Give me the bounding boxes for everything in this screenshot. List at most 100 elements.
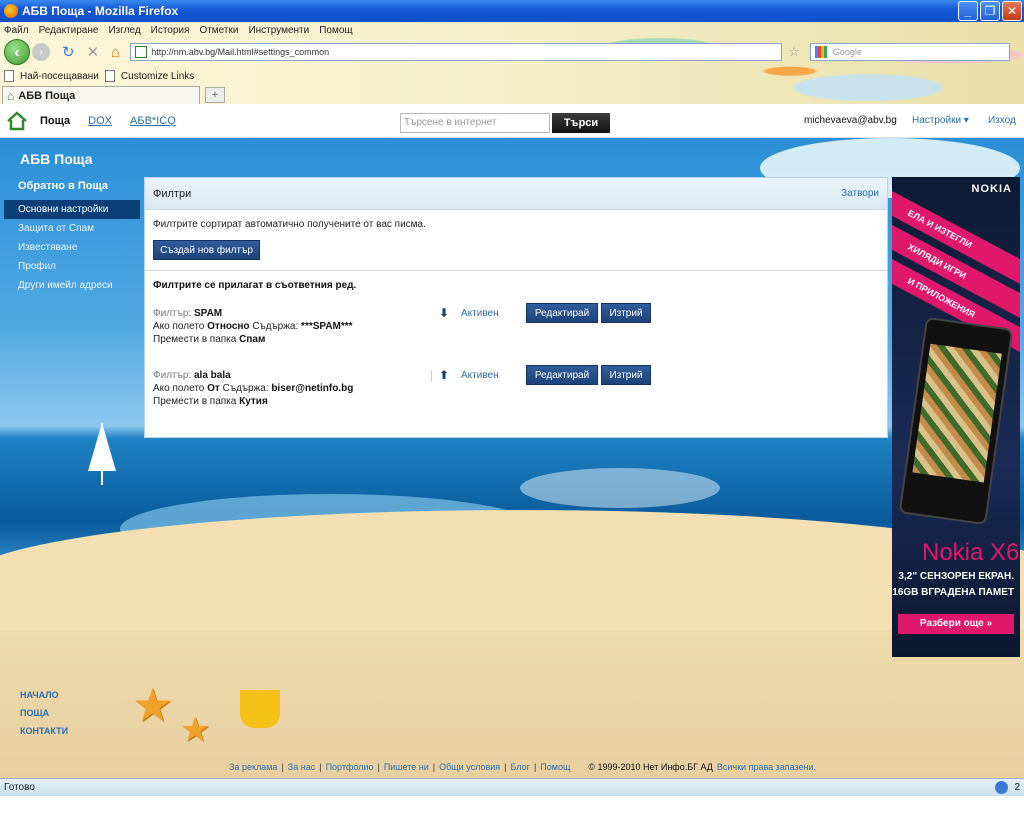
- site-brand[interactable]: Поща: [40, 115, 70, 127]
- filter-status[interactable]: Активен: [461, 307, 499, 320]
- tab-title: АБВ Поща: [18, 89, 76, 102]
- footer-link-help[interactable]: Помощ: [540, 762, 570, 772]
- footer-link-portfolio[interactable]: Портфолио: [326, 762, 374, 772]
- create-filter-button[interactable]: Създай нов филтър: [153, 240, 260, 260]
- bookmark-most-visited[interactable]: Най-посещавани: [20, 71, 99, 82]
- notification-count: 2: [1014, 782, 1020, 793]
- home-icon[interactable]: ⌂: [111, 44, 120, 61]
- back-icon[interactable]: ‹: [4, 39, 30, 65]
- stop-icon[interactable]: ✕: [87, 43, 100, 61]
- navigation-toolbar: ‹ › ↻ ✕ ⌂ http://nm.abv.bg/Mail.html#set…: [0, 39, 1024, 65]
- screen-margin: [0, 796, 1024, 819]
- reload-icon[interactable]: ↻: [62, 43, 75, 61]
- dox-link[interactable]: DOX: [88, 115, 112, 127]
- nokia-ad-banner[interactable]: NOKIA ЕЛА И ИЗТЕГЛИ ХИЛЯДИ ИГРИ И ПРИЛОЖ…: [892, 177, 1020, 657]
- address-bar[interactable]: http://nm.abv.bg/Mail.html#settings_comm…: [130, 43, 783, 61]
- separator: |: [281, 762, 284, 772]
- sidebar-item-profile[interactable]: Профил: [4, 257, 140, 276]
- filter-folder: Кутия: [239, 396, 268, 407]
- footer-link-contact[interactable]: Пишете ни: [384, 762, 429, 772]
- maximize-icon[interactable]: ❐: [980, 1, 1000, 21]
- minimize-icon[interactable]: _: [958, 1, 978, 21]
- filter-name: ala bala: [193, 370, 231, 381]
- footer-link-blog[interactable]: Блог: [510, 762, 529, 772]
- sand-wave-shape: [0, 510, 1024, 630]
- abv-home-icon[interactable]: [6, 110, 28, 132]
- bookmark-customize-links[interactable]: Customize Links: [121, 71, 194, 82]
- phone-screen: [912, 343, 1002, 483]
- menu-view[interactable]: Изглед: [108, 25, 140, 36]
- settings-dropdown[interactable]: Настройки ▾: [912, 115, 969, 126]
- ad-brand-logo: NOKIA: [971, 183, 1012, 195]
- google-icon: [814, 46, 827, 58]
- sidebar-item-general[interactable]: Основни настройки: [4, 200, 140, 219]
- filter-label: Филтър:: [153, 370, 192, 381]
- copyright: © 1999-2010 Нет Инфо.БГ АД: [588, 762, 713, 772]
- menu-tools[interactable]: Инструменти: [248, 25, 309, 36]
- separator: [431, 370, 432, 382]
- contains-label: Съдържа:: [252, 321, 299, 332]
- if-field-label: Ако полето: [153, 321, 205, 332]
- filter-status[interactable]: Активен: [461, 369, 499, 382]
- sidebar-item-spam[interactable]: Защита от Спам: [4, 219, 140, 238]
- menu-help[interactable]: Помощ: [319, 25, 352, 36]
- footer-link-terms[interactable]: Общи условия: [439, 762, 500, 772]
- browser-chrome: Файл Редактиране Изглед История Отметки …: [0, 22, 1024, 104]
- panel-description: Филтрите сортират автоматично получените…: [153, 219, 426, 230]
- menu-file[interactable]: Файл: [4, 25, 29, 36]
- tab-strip: ⌂ АБВ Поща +: [0, 85, 1024, 104]
- tab-abv-mail[interactable]: ⌂ АБВ Поща: [2, 86, 200, 104]
- ad-cta-button[interactable]: Разбери още »: [898, 614, 1014, 634]
- edit-filter-button[interactable]: Редактирай: [526, 303, 598, 323]
- window-title: АБВ Поща - Mozilla Firefox: [22, 4, 179, 18]
- separator: |: [377, 762, 380, 772]
- move-down-icon[interactable]: ⬇: [439, 307, 449, 320]
- footer-contacts-link[interactable]: КОНТАКТИ: [20, 726, 68, 736]
- edit-filter-button[interactable]: Редактирай: [526, 365, 598, 385]
- user-email: michevaeva@abv.bg: [804, 115, 897, 126]
- notification-icon[interactable]: [995, 781, 1008, 794]
- address-url: http://nm.abv.bg/Mail.html#settings_comm…: [151, 47, 330, 57]
- settings-sidebar: Основни настройки Защита от Спам Известя…: [4, 200, 140, 295]
- phone-image: [898, 316, 1014, 526]
- footer-link-about[interactable]: За нас: [288, 762, 315, 772]
- close-panel-link[interactable]: Затвори: [841, 188, 879, 199]
- order-note: Филтрите се прилагат в съответния ред.: [153, 280, 357, 291]
- bookmark-page-icon: [4, 70, 14, 82]
- sidebar-item-other-emails[interactable]: Други имейл адреси: [4, 276, 140, 295]
- footer-home-link[interactable]: НАЧАЛО: [20, 690, 59, 700]
- firefox-icon: [4, 4, 18, 18]
- separator: |: [432, 762, 436, 772]
- separator: |: [533, 762, 537, 772]
- footer-mail-link[interactable]: ПОЩА: [20, 708, 49, 718]
- delete-filter-button[interactable]: Изтрий: [601, 303, 651, 323]
- bookmarks-toolbar: Най-посещавани Customize Links: [0, 67, 194, 85]
- forward-icon[interactable]: ›: [32, 43, 50, 61]
- close-icon[interactable]: ✕: [1002, 1, 1022, 21]
- filter-value: ***SPAM***: [301, 321, 353, 332]
- status-bar: Готово 2: [0, 778, 1024, 796]
- filter-label: Филтър:: [153, 308, 192, 319]
- web-search-button[interactable]: Търси: [552, 113, 610, 133]
- back-to-mail-link[interactable]: Обратно в Поща: [18, 180, 108, 192]
- filter-folder: Спам: [239, 334, 266, 345]
- sidebar-item-notifications[interactable]: Известяване: [4, 238, 140, 257]
- separator: |: [319, 762, 322, 772]
- ad-line: 3,2" СЕНЗОРЕН ЕКРАН.: [898, 571, 1014, 582]
- filter-field: От: [207, 383, 220, 394]
- site-header: Поща DOX АБВ*ICQ Търсене в интернет Търс…: [0, 104, 1024, 138]
- browser-search-input[interactable]: Google: [809, 43, 1010, 61]
- delete-filter-button[interactable]: Изтрий: [601, 365, 651, 385]
- new-tab-button[interactable]: +: [205, 87, 225, 103]
- menu-history[interactable]: История: [151, 25, 190, 36]
- move-up-icon[interactable]: ⬆: [439, 369, 449, 382]
- web-search-input[interactable]: Търсене в интернет: [400, 113, 550, 133]
- bookmark-star-icon[interactable]: ☆: [788, 44, 800, 60]
- menu-bookmarks[interactable]: Отметки: [199, 25, 238, 36]
- footer-links: За реклама | За нас | Портфолио | Пишете ни…: [229, 762, 816, 772]
- icq-link[interactable]: АБВ*ICQ: [130, 115, 176, 127]
- footer-link-ads[interactable]: За реклама: [229, 762, 277, 772]
- logout-link[interactable]: Изход: [988, 115, 1016, 126]
- filters-panel: Филтри Затвори Филтрите сортират автомат…: [144, 177, 888, 438]
- menu-edit[interactable]: Редактиране: [39, 25, 99, 36]
